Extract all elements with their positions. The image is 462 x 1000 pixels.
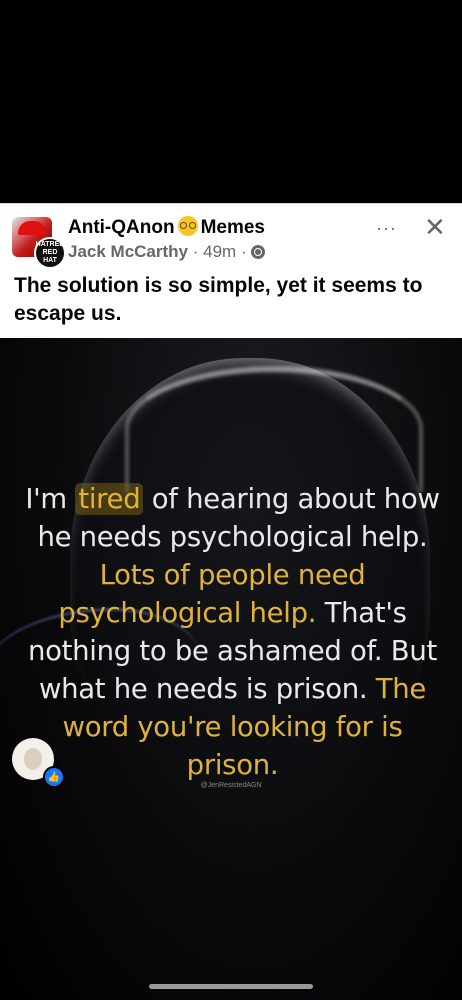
meme-quote: I'm tired of hearing about how he needs … <box>20 480 445 784</box>
group-name[interactable]: Anti-QAnon Memes <box>68 216 265 239</box>
separator-dot: · <box>240 242 252 261</box>
globe-icon <box>251 245 266 259</box>
top-black-area <box>0 0 462 203</box>
post-time[interactable]: 49m <box>203 242 236 261</box>
hair-outline <box>125 366 423 492</box>
post-meta: Jack McCarthy · 49m · <box>68 242 266 262</box>
home-indicator[interactable] <box>149 984 313 989</box>
more-options-icon[interactable]: ··· <box>376 218 397 239</box>
post-image[interactable]: I'm tired of hearing about how he needs … <box>0 338 462 1000</box>
author-avatar[interactable]: HATRED RED HAT <box>34 237 66 269</box>
group-name-right: Memes <box>200 217 265 238</box>
post-header: HATRED RED HAT Anti-QAnon Memes Jack McCa… <box>0 203 462 338</box>
quote-segment-plain: I'm <box>25 483 76 515</box>
image-credit: @JenResistedAGN <box>200 782 262 789</box>
author-name[interactable]: Jack McCarthy <box>68 242 188 261</box>
group-name-left: Anti-QAnon <box>68 217 175 238</box>
like-icon[interactable]: 👍 <box>43 766 65 788</box>
separator-dot: · <box>192 242 204 261</box>
red-hat-icon <box>18 221 46 235</box>
quote-segment-tired: tired <box>75 483 144 515</box>
post-text: The solution is so simple, yet it seems … <box>14 274 423 325</box>
avatar-text: HATRED RED HAT <box>35 241 65 264</box>
close-icon[interactable]: ✕ <box>424 214 446 240</box>
dizzy-face-icon <box>177 216 198 236</box>
avatar-group[interactable]: HATRED RED HAT <box>12 217 66 269</box>
